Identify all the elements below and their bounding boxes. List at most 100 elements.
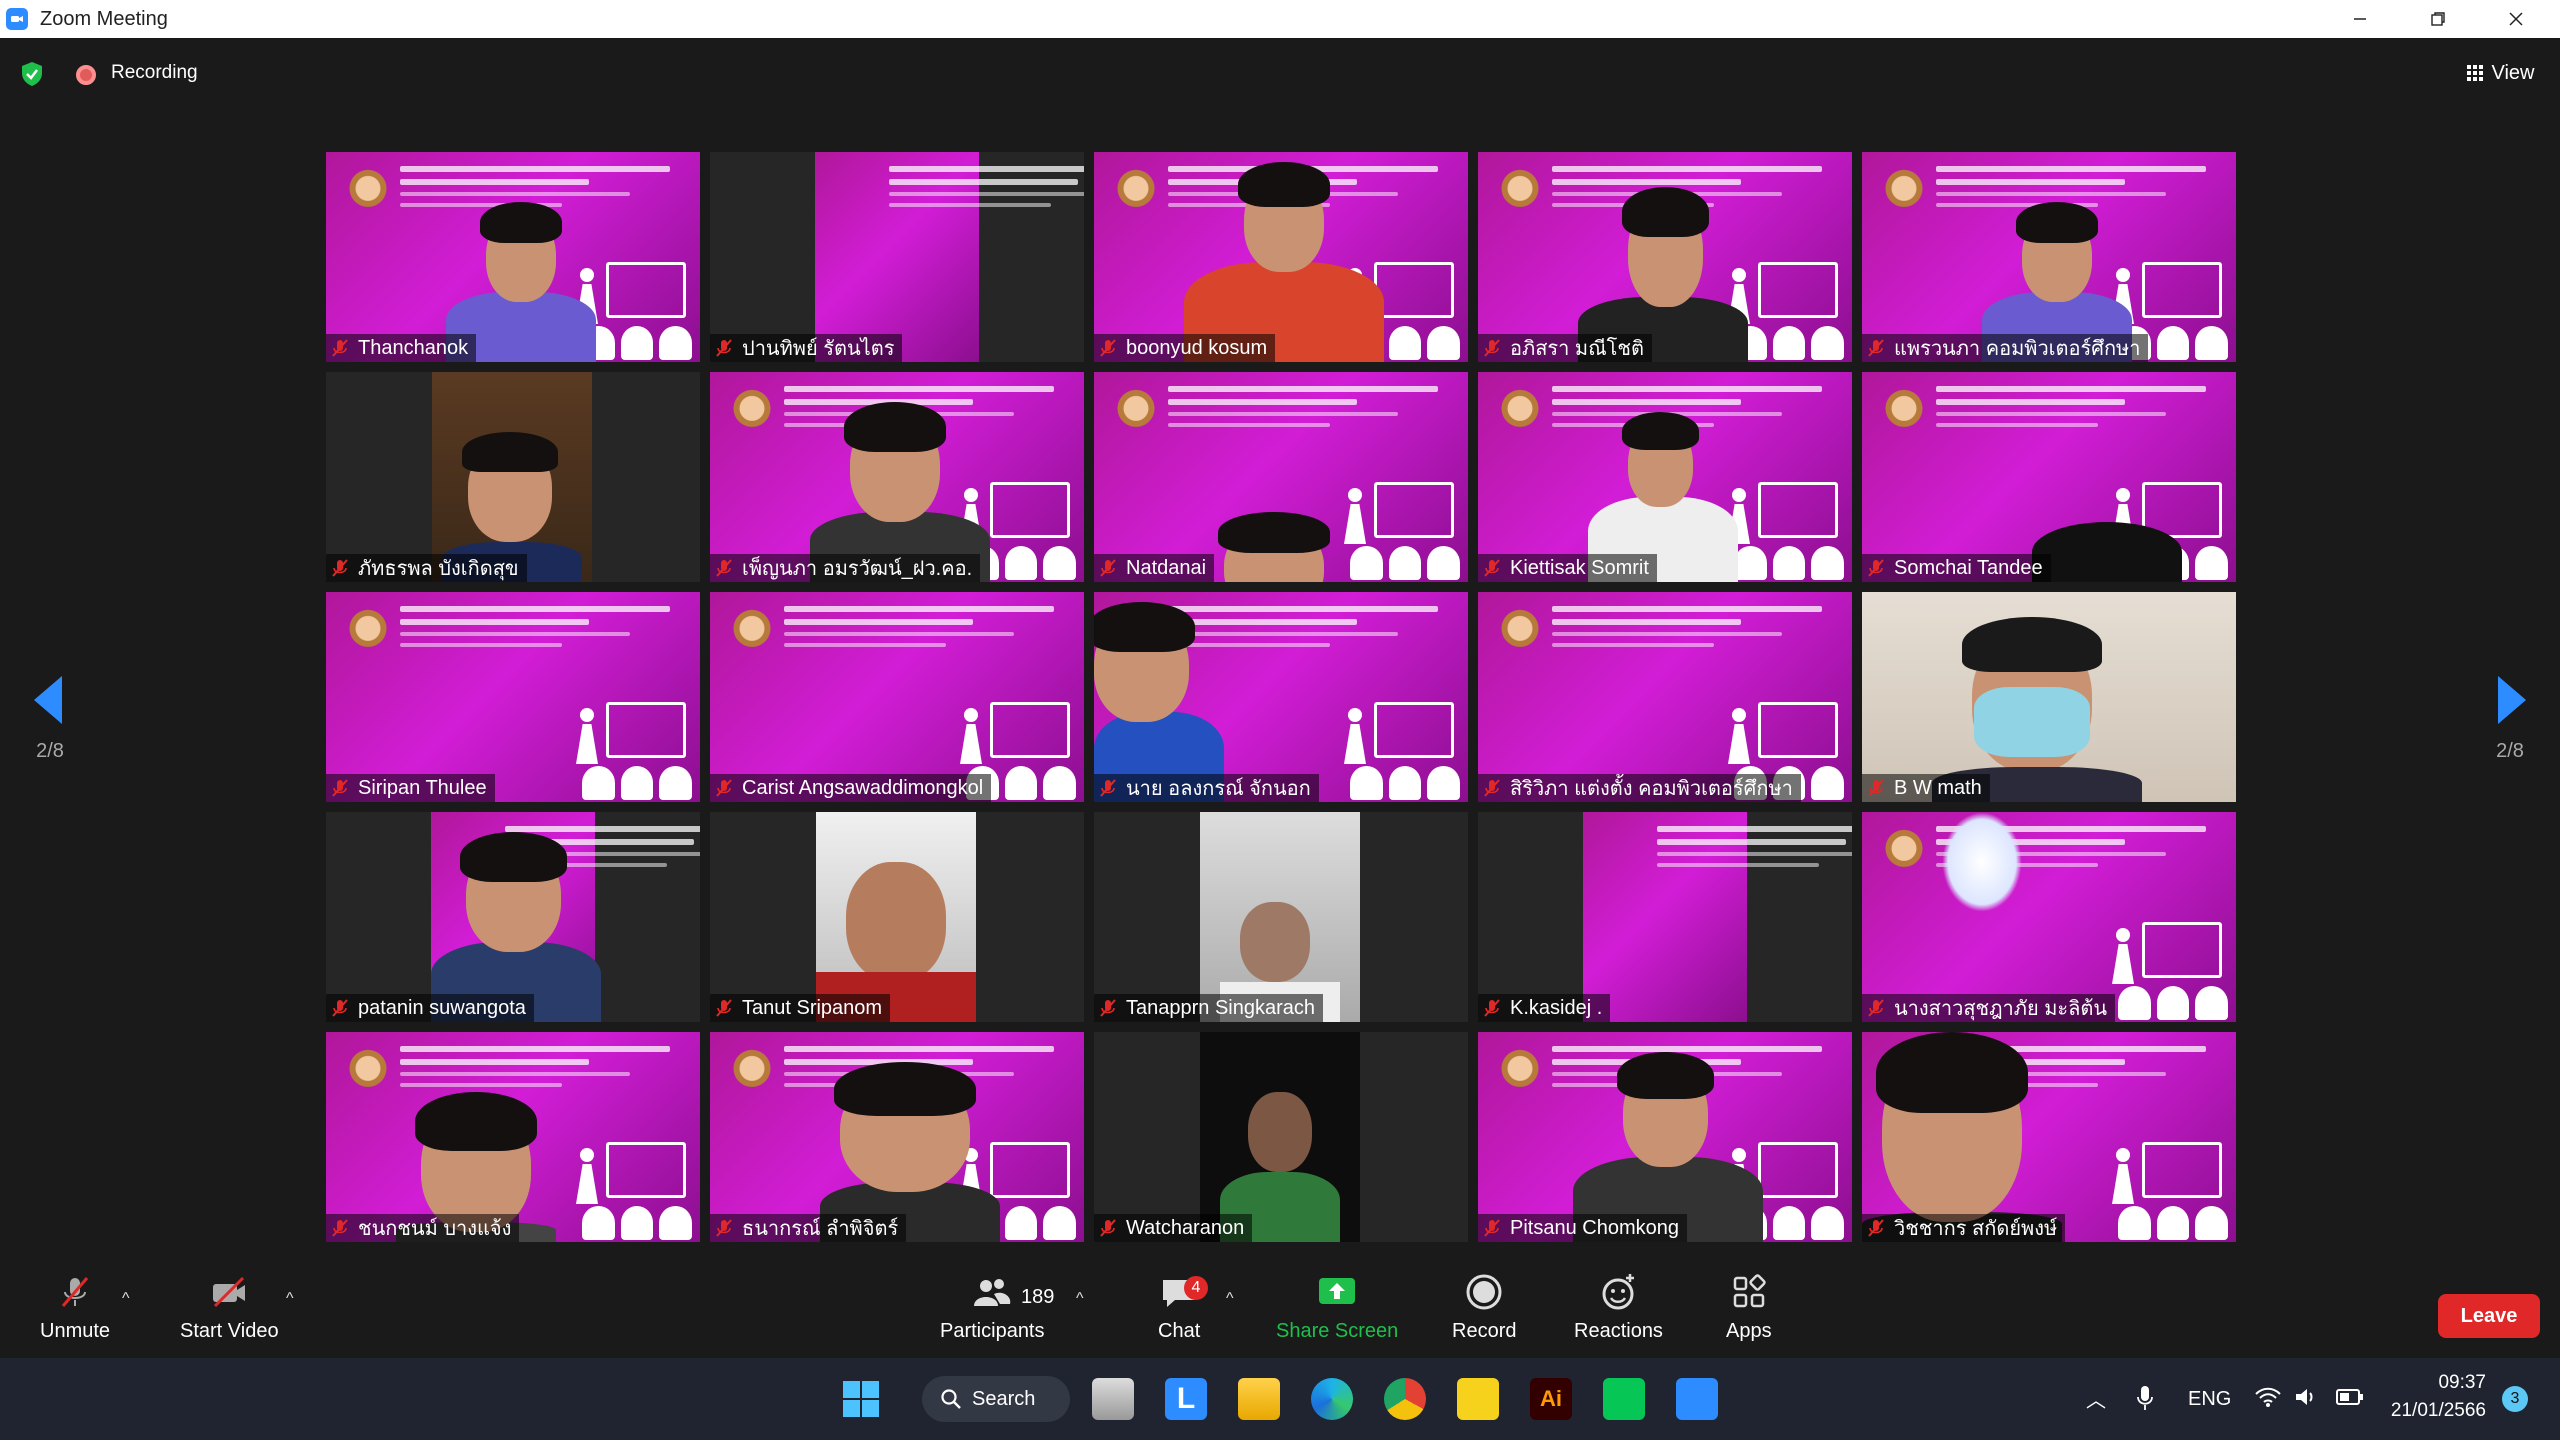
security-shield-icon[interactable]: [18, 60, 46, 88]
participant-video: [2032, 522, 2182, 582]
muted-mic-icon: [332, 1219, 348, 1237]
participant-tile[interactable]: นางสาวสุชฎาภัย มะลิต้น: [1862, 812, 2236, 1022]
previous-page-arrow-icon[interactable]: [28, 670, 68, 730]
participant-video: [326, 1032, 700, 1242]
participant-tile[interactable]: Watcharanon: [1094, 1032, 1468, 1242]
muted-mic-icon: [332, 779, 348, 797]
minimize-icon: [2354, 18, 2366, 20]
illustrator-icon[interactable]: Ai: [1530, 1378, 1572, 1420]
windows-taskbar: Search L Ai ︿ ENG 09:37 21/01/2566 3: [0, 1358, 2560, 1440]
participant-name-bar: Carist Angsawaddimongkol: [710, 774, 992, 802]
participant-tile[interactable]: Thanchanok: [326, 152, 700, 362]
participant-tile[interactable]: นาย อลงกรณ์ จักนอก: [1094, 592, 1468, 802]
zoom-taskbar-icon[interactable]: [1676, 1378, 1718, 1420]
close-icon: [2509, 12, 2523, 26]
next-page-arrow-icon[interactable]: [2492, 670, 2532, 730]
unmute-button[interactable]: Unmute: [40, 1272, 110, 1343]
participant-tile[interactable]: สิริวิภา แต่งตั้ง คอมพิวเตอร์ศึกษา: [1478, 592, 1852, 802]
line-messenger-icon[interactable]: [1603, 1378, 1645, 1420]
taskbar-search[interactable]: Search: [922, 1376, 1070, 1422]
participants-icon: [974, 1279, 1011, 1306]
notification-count-badge[interactable]: 3: [2502, 1386, 2528, 1412]
participant-tile[interactable]: ชนกชนม์ บางแจ้ง: [326, 1032, 700, 1242]
video-options-caret-icon[interactable]: ^: [286, 1290, 294, 1308]
muted-mic-icon: [1100, 779, 1116, 797]
participant-tile[interactable]: Kiettisak Somrit: [1478, 372, 1852, 582]
participant-tile[interactable]: Carist Angsawaddimongkol: [710, 592, 1084, 802]
edge-browser-icon[interactable]: [1311, 1378, 1353, 1420]
view-label: View: [2491, 61, 2535, 84]
windows-start-icon[interactable]: [840, 1378, 882, 1420]
participant-tile[interactable]: Pitsanu Chomkong: [1478, 1032, 1852, 1242]
task-view-icon[interactable]: [1092, 1378, 1134, 1420]
participant-tile[interactable]: K.kasidej .: [1478, 812, 1852, 1022]
close-button[interactable]: [2486, 0, 2546, 38]
participant-tile[interactable]: ภัทธรพล บังเกิดสุข: [326, 372, 700, 582]
minimize-button[interactable]: [2330, 0, 2390, 38]
participant-tile[interactable]: Siripan Thulee: [326, 592, 700, 802]
reactions-smiley-icon: [1602, 1274, 1635, 1310]
participant-tile[interactable]: Natdanai: [1094, 372, 1468, 582]
letter-l-app-icon[interactable]: L: [1165, 1378, 1207, 1420]
muted-mic-icon: [716, 559, 732, 577]
start-video-button[interactable]: Start Video: [180, 1272, 279, 1343]
restore-button[interactable]: [2408, 0, 2468, 38]
participant-tile[interactable]: Somchai Tandee: [1862, 372, 2236, 582]
clock-date[interactable]: 21/01/2566: [2390, 1400, 2486, 1422]
participant-name: Somchai Tandee: [1894, 556, 2043, 579]
audio-options-caret-icon[interactable]: ^: [122, 1290, 130, 1308]
leave-button[interactable]: Leave: [2438, 1294, 2540, 1338]
participant-camera-feed: [432, 372, 592, 582]
participant-tile[interactable]: boonyud kosum: [1094, 152, 1468, 362]
participant-name: boonyud kosum: [1126, 336, 1268, 359]
chat-caret-icon[interactable]: ^: [1226, 1290, 1234, 1308]
share-screen-button[interactable]: Share Screen: [1276, 1272, 1398, 1343]
microphone-tray-icon[interactable]: [2136, 1384, 2154, 1412]
participant-name-bar: ธนากรณ์ ลำพิจิตร์: [710, 1214, 907, 1242]
apps-icon: [1733, 1274, 1766, 1308]
participant-name: Natdanai: [1126, 556, 1207, 579]
apps-button[interactable]: Apps: [1726, 1272, 1772, 1343]
file-explorer-icon[interactable]: [1238, 1378, 1280, 1420]
participant-name-bar: นางสาวสุชฎาภัย มะลิต้น: [1862, 994, 2116, 1022]
participant-tile[interactable]: patanin suwangota: [326, 812, 700, 1022]
reactions-button[interactable]: Reactions: [1574, 1272, 1663, 1343]
recording-dot-icon: [76, 65, 96, 85]
participant-name: K.kasidej .: [1510, 996, 1603, 1019]
participant-name: ภัทธรพล บังเกิดสุข: [358, 558, 519, 580]
sticky-notes-icon[interactable]: [1457, 1378, 1499, 1420]
language-indicator[interactable]: ENG: [2188, 1388, 2231, 1411]
participant-name-bar: Siripan Thulee: [326, 774, 495, 802]
muted-mic-icon: [1100, 559, 1116, 577]
participant-tile[interactable]: B W math: [1862, 592, 2236, 802]
participant-tile[interactable]: วิชชากร สกัดย์พงษ์: [1862, 1032, 2236, 1242]
participant-tile[interactable]: ปานทิพย์ รัตนไตร: [710, 152, 1084, 362]
video-off-icon: [213, 1276, 246, 1308]
participant-tile[interactable]: ธนากรณ์ ลำพิจิตร์: [710, 1032, 1084, 1242]
chrome-browser-icon[interactable]: [1384, 1378, 1426, 1420]
record-button[interactable]: Record: [1452, 1272, 1516, 1343]
wifi-icon[interactable]: [2254, 1386, 2282, 1408]
zoom-app-icon: [6, 8, 28, 30]
record-icon: [1466, 1274, 1502, 1310]
participant-tile[interactable]: Tanut Sripanom: [710, 812, 1084, 1022]
participant-tile[interactable]: Tanapprn Singkarach: [1094, 812, 1468, 1022]
battery-icon[interactable]: [2336, 1388, 2364, 1406]
start-video-label: Start Video: [180, 1320, 279, 1342]
participant-tile[interactable]: แพรวนภา คอมพิวเตอร์ศึกษา: [1862, 152, 2236, 362]
show-hidden-icons-chevron-icon[interactable]: ︿: [2086, 1384, 2106, 1413]
participant-tile[interactable]: เพ็ญนภา อมรวัฒน์_ฝว.คอ.: [710, 372, 1084, 582]
view-button[interactable]: View: [2452, 54, 2548, 92]
participant-video: [326, 152, 700, 362]
volume-icon[interactable]: [2294, 1386, 2318, 1408]
muted-mic-icon: [1100, 999, 1116, 1017]
presentation-background: [815, 152, 1084, 362]
participant-tile[interactable]: อภิสรา มณีโชติ: [1478, 152, 1852, 362]
participants-caret-icon[interactable]: ^: [1076, 1290, 1084, 1308]
participant-name-bar: ภัทธรพล บังเกิดสุข: [326, 554, 527, 582]
participant-name: ชนกชนม์ บางแจ้ง: [358, 1218, 512, 1240]
presentation-background: [1478, 592, 1852, 802]
clock-time[interactable]: 09:37: [2396, 1372, 2486, 1394]
muted-mic-icon: [332, 559, 348, 577]
reactions-label: Reactions: [1574, 1320, 1663, 1342]
